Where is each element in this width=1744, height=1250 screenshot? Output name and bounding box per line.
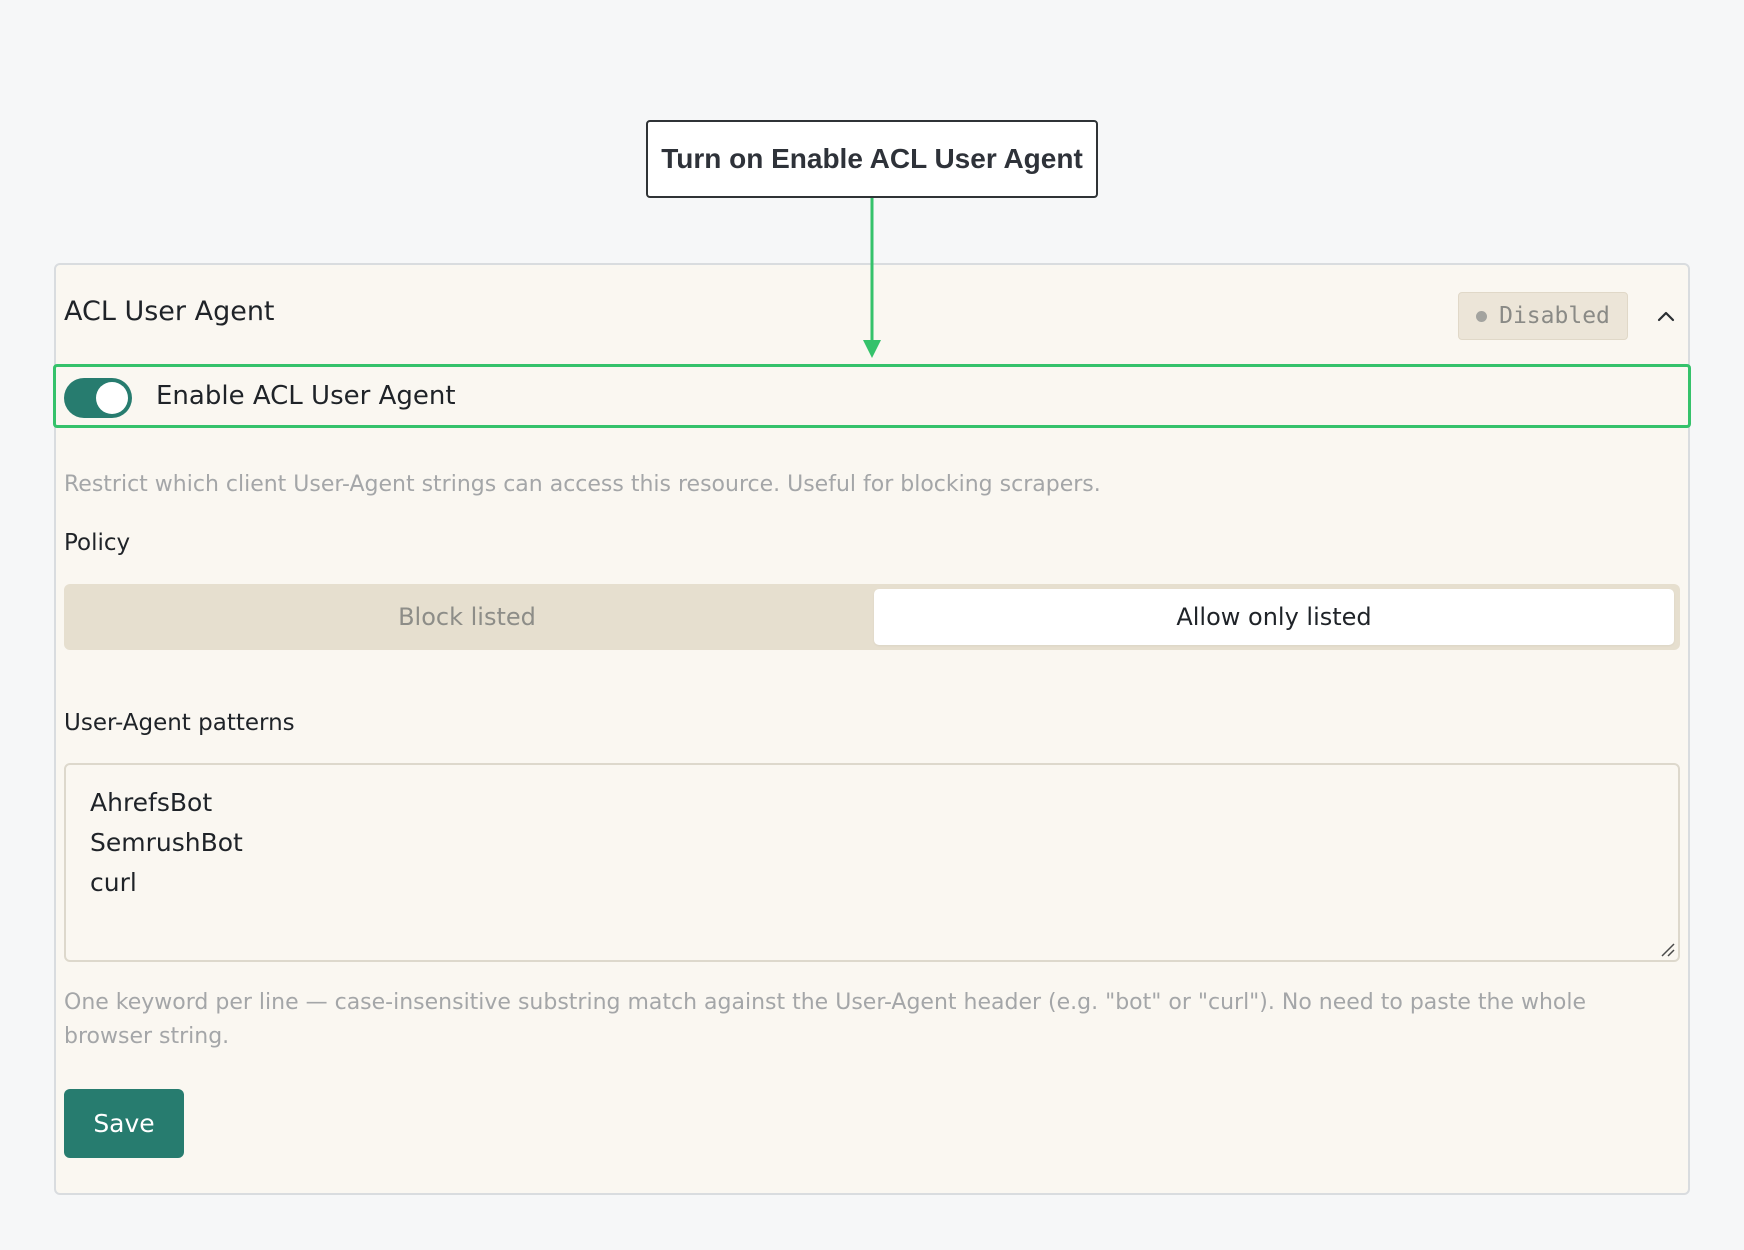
status-badge-label: Disabled <box>1499 303 1610 329</box>
pattern-line: AhrefsBot <box>90 788 213 817</box>
status-dot-icon <box>1476 310 1488 322</box>
policy-segmented-control: Block listed Allow only listed <box>64 584 1680 650</box>
chevron-up-icon[interactable] <box>1654 304 1678 328</box>
save-button[interactable]: Save <box>64 1089 184 1158</box>
policy-label: Policy <box>64 530 131 556</box>
status-badge: Disabled <box>1458 292 1628 340</box>
patterns-label: User-Agent patterns <box>64 710 295 736</box>
panel-title: ACL User Agent <box>64 296 275 327</box>
patterns-textarea[interactable]: AhrefsBot SemrushBot curl <box>64 763 1680 962</box>
pattern-line: curl <box>90 868 137 897</box>
patterns-help-text: One keyword per line — case-insensitive … <box>64 990 1587 1049</box>
annotation-arrow-icon <box>863 198 881 358</box>
annotation-callout: Turn on Enable ACL User Agent <box>646 120 1098 198</box>
resize-handle-icon[interactable] <box>1659 941 1675 957</box>
policy-option-allow-only-listed[interactable]: Allow only listed <box>874 589 1674 645</box>
enable-acl-toggle[interactable] <box>64 378 132 418</box>
pattern-line: SemrushBot <box>90 828 243 857</box>
panel-description: Restrict which client User-Agent strings… <box>64 472 1101 497</box>
toggle-knob <box>96 382 128 414</box>
enable-acl-toggle-label[interactable]: Enable ACL User Agent <box>156 381 456 411</box>
policy-option-block-listed[interactable]: Block listed <box>64 584 870 650</box>
